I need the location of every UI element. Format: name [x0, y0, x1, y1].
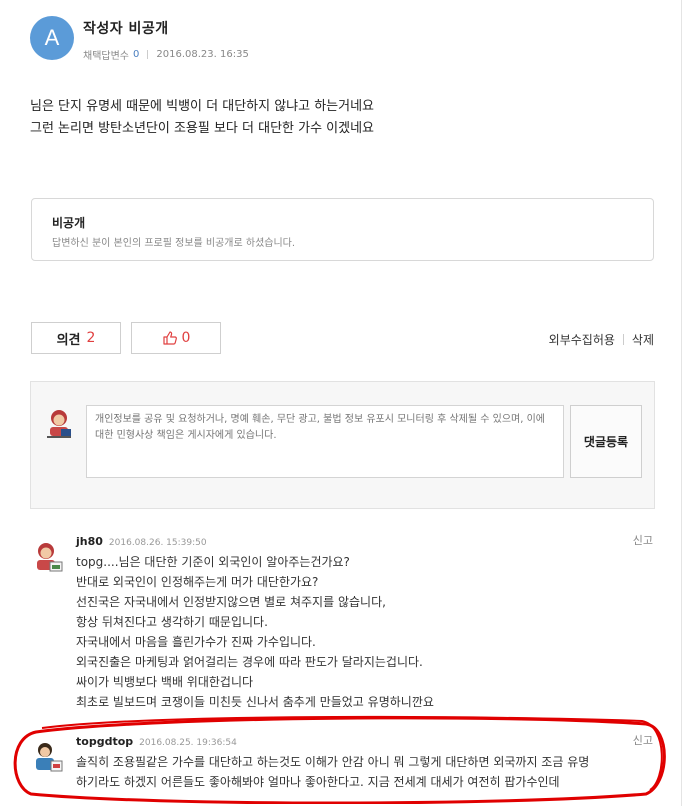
comment-line: 항상 뒤쳐진다고 생각하기 때문입니다. [76, 615, 268, 629]
private-profile-notice: 비공개 답변하신 분이 본인의 프로필 정보를 비공개로 하셨습니다. [31, 198, 654, 261]
opinion-count: 2 [86, 330, 96, 346]
options-divider [622, 334, 624, 345]
report-link[interactable]: 신고 [633, 732, 653, 748]
answer-line: 님은 단지 유명세 때문에 빅뱅이 더 대단하지 않냐고 하는거네요 [30, 99, 375, 114]
private-description: 답변하신 분이 본인의 프로필 정보를 비공개로 하셨습니다. [52, 238, 296, 249]
opinion-button[interactable]: 의견 2 [31, 322, 121, 354]
comment-line: 선진국은 자국내에서 인정받지않으면 별로 쳐주지를 않습니다, [76, 595, 386, 609]
comment-line: 솔직히 조용필같은 가수를 대단하고 하는것도 이해가 안감 아니 뭐 그렇게 … [76, 755, 590, 769]
comment-line: 외국진출은 마케팅과 얽어걸리는 경우에 따라 판도가 달라지는겁니다. [76, 655, 423, 669]
comment-date: 2016.08.25. 19:36:54 [139, 738, 237, 748]
comment-line: 싸이가 빅뱅보다 백배 위대한겁니다 [76, 675, 254, 689]
comment-date: 2016.08.26. 15:39:50 [108, 538, 207, 548]
report-link[interactable]: 신고 [633, 532, 653, 548]
comment-text: topg....님은 대단한 기준이 외국인이 알아주는건가요? 반대로 외국인… [76, 552, 651, 712]
private-title: 비공개 [52, 216, 86, 230]
answer-line: 그런 논리면 방탄소년단이 조용필 보다 더 대단한 가수 이겠네요 [30, 121, 375, 136]
page-border [681, 0, 682, 806]
comment-line: 최초로 빌보드며 코쟁이들 미친듯 신나서 춤추게 만들었고 유명하니깐요 [76, 695, 434, 709]
opinion-label: 의견 [56, 332, 81, 348]
author-info: 작성자 비공개 채택답변수 0 2016.08.23. 16:35 [83, 16, 249, 62]
delete-link[interactable]: 삭제 [632, 331, 654, 348]
like-button[interactable]: 0 [131, 322, 221, 354]
comment-input[interactable] [86, 405, 564, 478]
meta-divider [147, 50, 149, 59]
comment-line: 반대로 외국인이 인정해주는게 머가 대단한가요? [76, 575, 319, 589]
author-name: 작성자 비공개 [83, 21, 169, 37]
comment-header: jh80 2016.08.26. 15:39:50 [76, 535, 207, 548]
answer-datetime: 2016.08.23. 16:35 [156, 49, 249, 60]
comment-username[interactable]: topgdtop [76, 735, 133, 748]
comment-line: topg....님은 대단한 기준이 외국인이 알아주는건가요? [76, 555, 350, 569]
comment-line: 하기라도 하겠지 어른들도 좋아해봐야 얼마나 좋아한다고. 지금 전세계 대세… [76, 775, 560, 789]
author-avatar: A [30, 16, 74, 60]
comment-form: 댓글등록 [30, 381, 655, 509]
comment-item: topgdtop 2016.08.25. 19:36:54 신고 솔직히 조용필… [30, 732, 655, 795]
user-avatar-icon [43, 407, 75, 439]
like-count: 0 [181, 330, 191, 346]
adoption-count[interactable]: 0 [133, 49, 139, 60]
comment-text: 솔직히 조용필같은 가수를 대단하고 하는것도 이해가 안감 아니 뭐 그렇게 … [76, 752, 651, 792]
answer-body: 님은 단지 유명세 때문에 빅뱅이 더 대단하지 않냐고 하는거네요 그런 논리… [30, 96, 374, 140]
commenter-avatar-icon [30, 540, 66, 576]
author-meta: 채택답변수 0 2016.08.23. 16:35 [83, 47, 249, 62]
adoption-label: 채택답변수 [83, 51, 129, 62]
thumbs-up-icon [162, 330, 178, 346]
comment-username[interactable]: jh80 [76, 535, 103, 548]
comment-item: jh80 2016.08.26. 15:39:50 신고 topg....님은 … [30, 532, 655, 709]
answer-options: 외부수집허용 삭제 [549, 331, 654, 348]
answer-header: A 작성자 비공개 채택답변수 0 2016.08.23. 16:35 [30, 16, 249, 62]
comment-header: topgdtop 2016.08.25. 19:36:54 [76, 735, 237, 748]
comment-submit-button[interactable]: 댓글등록 [570, 405, 642, 478]
allow-external-collect-link[interactable]: 외부수집허용 [549, 331, 615, 348]
comment-line: 자국내에서 마음을 흘린가수가 진짜 가수입니다. [76, 635, 316, 649]
commenter-avatar-icon [30, 740, 66, 776]
